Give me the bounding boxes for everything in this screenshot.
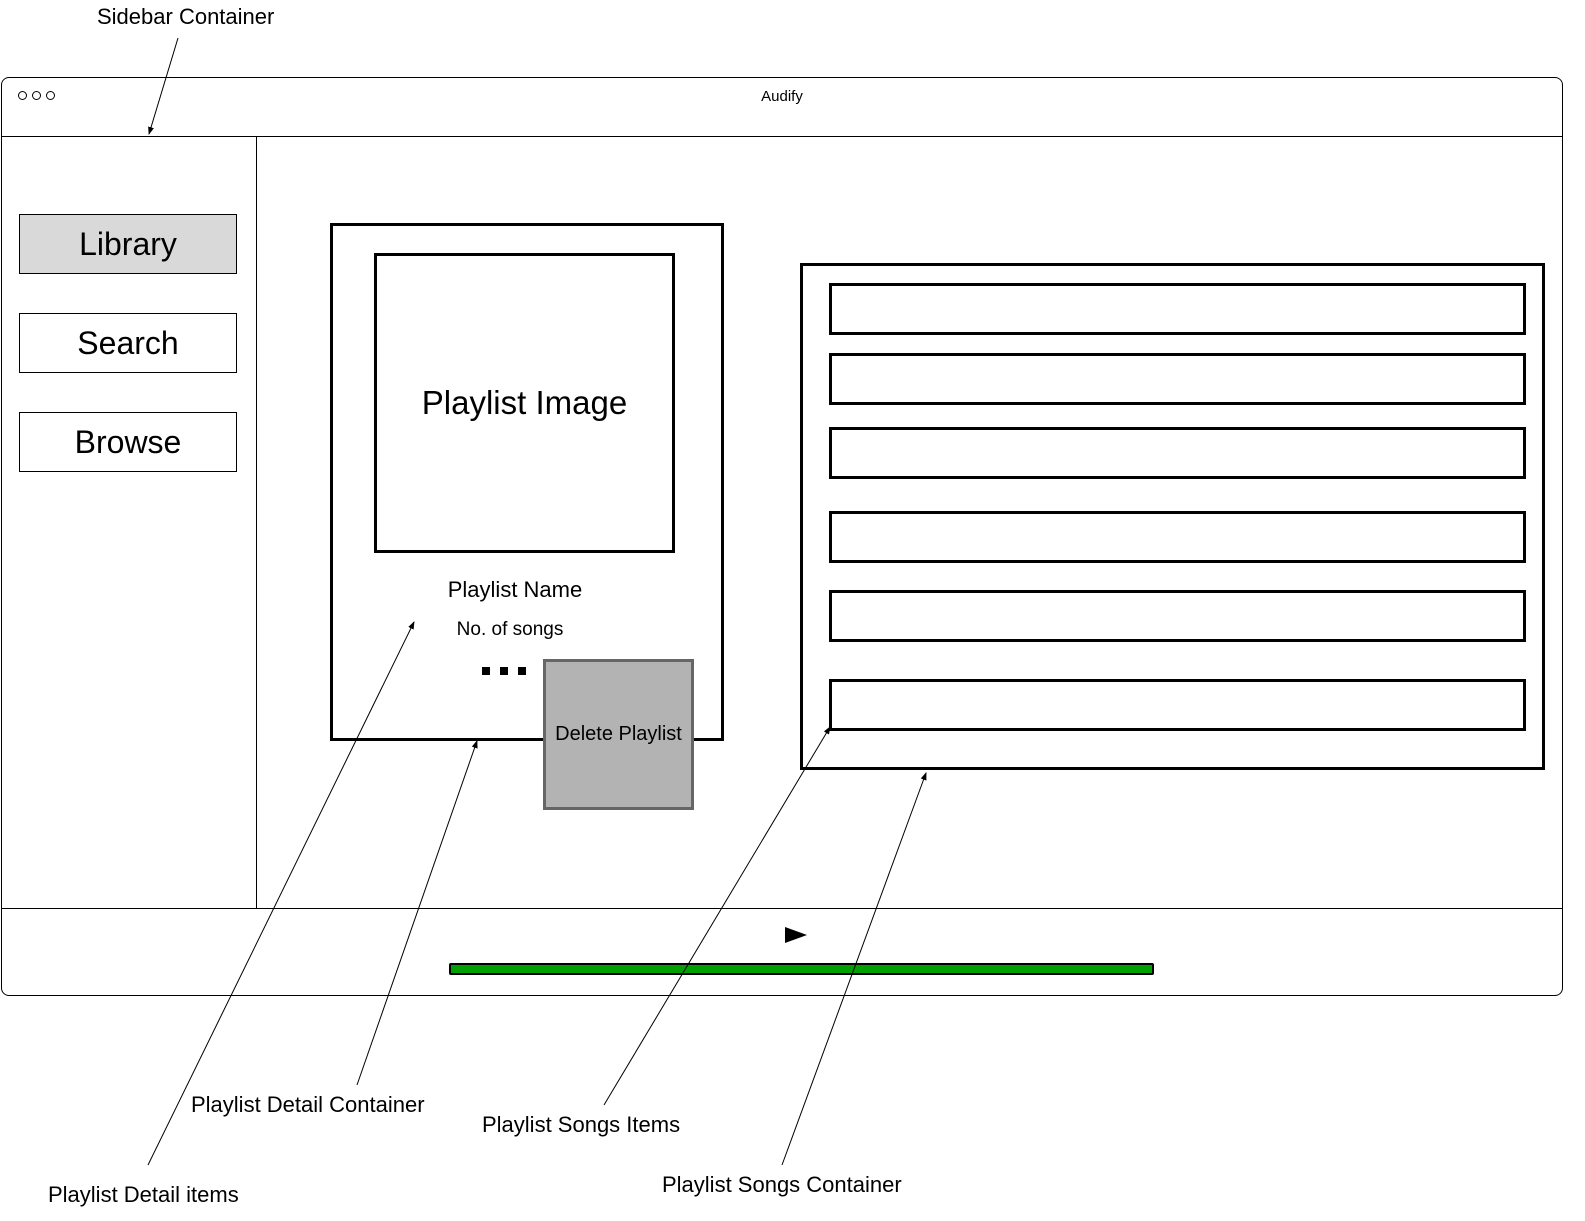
window-title: Audify <box>761 88 803 105</box>
annotation-playlist-detail-container: Playlist Detail Container <box>191 1092 425 1117</box>
more-options-icon[interactable] <box>480 664 530 676</box>
song-item[interactable] <box>829 353 1526 405</box>
song-item[interactable] <box>829 427 1526 479</box>
progress-bar[interactable] <box>449 963 1154 975</box>
sidebar-item-browse[interactable]: Browse <box>19 412 237 472</box>
sidebar-item-library[interactable]: Library <box>19 214 237 274</box>
playlist-song-count: No. of songs <box>456 619 564 640</box>
sidebar-item-label: Browse <box>74 423 182 460</box>
song-item[interactable] <box>829 283 1526 335</box>
annotation-playlist-detail-items: Playlist Detail items <box>48 1182 239 1207</box>
sidebar-item-label: Search <box>77 324 179 361</box>
song-item[interactable] <box>829 679 1526 731</box>
playlist-image-label: Playlist Image <box>421 384 628 421</box>
play-icon[interactable] <box>783 925 809 945</box>
sidebar-item-search[interactable]: Search <box>19 313 237 373</box>
song-item[interactable] <box>829 590 1526 642</box>
progress-fill <box>451 965 1152 973</box>
annotation-playlist-songs-items: Playlist Songs Items <box>482 1112 681 1137</box>
song-item[interactable] <box>829 511 1526 563</box>
annotation-playlist-songs-container: Playlist Songs Container <box>662 1172 902 1197</box>
title-bar: Audify <box>2 78 1562 137</box>
annotation-sidebar-container: Sidebar Container <box>97 4 275 29</box>
playlist-image: Playlist Image <box>374 253 675 553</box>
player-bar <box>2 908 1562 996</box>
delete-playlist-button[interactable]: Delete Playlist <box>543 659 694 810</box>
sidebar-item-label: Library <box>79 225 177 262</box>
delete-playlist-label: Delete Playlist <box>555 723 682 745</box>
playlist-name: Playlist Name <box>447 577 583 602</box>
